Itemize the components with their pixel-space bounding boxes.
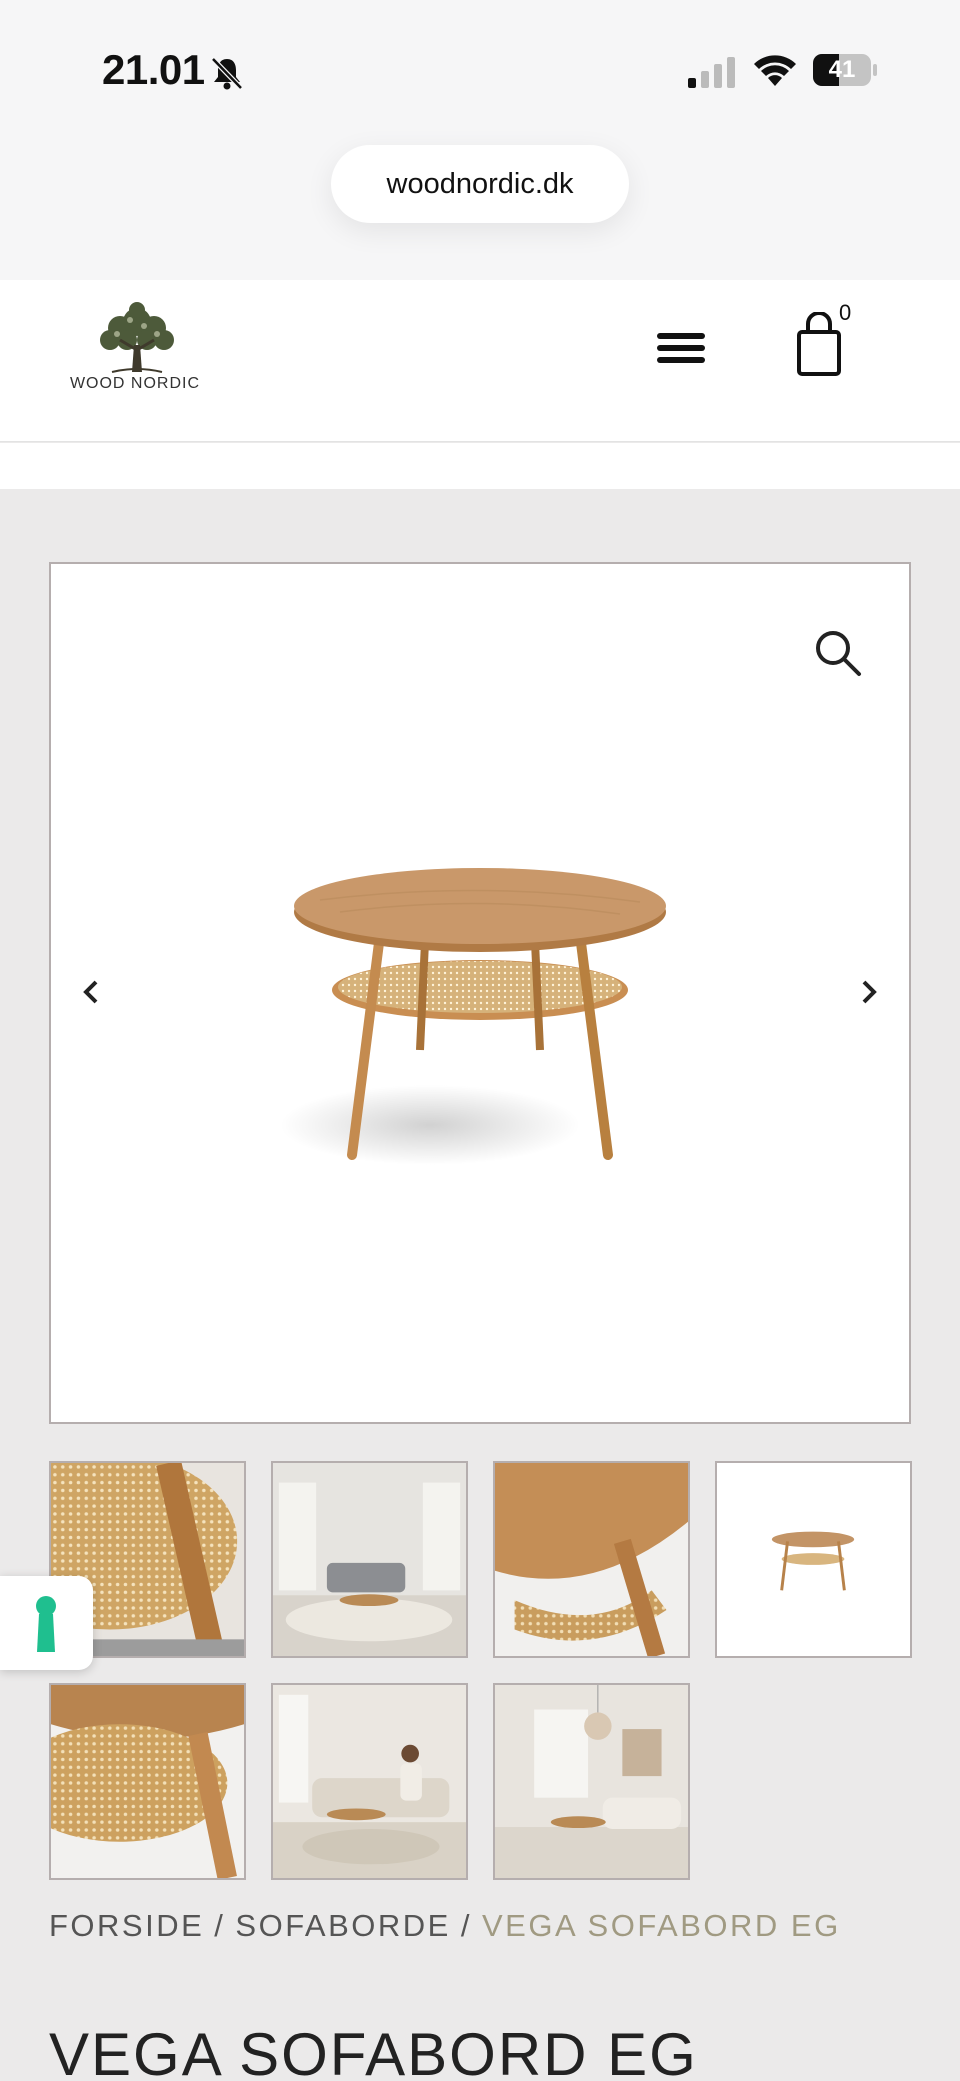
accessibility-icon [36, 1596, 56, 1652]
thumbnail-woman-sitting-living-room[interactable] [271, 1683, 468, 1880]
breadcrumb-category[interactable]: SOFABORDE [235, 1908, 450, 1943]
accessibility-widget-button[interactable] [0, 1576, 93, 1670]
thumbnail-shelf-closeup[interactable] [49, 1683, 246, 1880]
breadcrumb-separator: / [460, 1908, 472, 1943]
bell-off-icon [211, 57, 243, 90]
shopping-bag-icon[interactable] [794, 312, 844, 378]
thumbnail-living-room-pendant-lamp[interactable] [493, 1683, 690, 1880]
wifi-icon [754, 55, 796, 86]
product-title: VEGA SOFABORD EG [49, 2021, 698, 2081]
thumbnail-table-white-background[interactable] [715, 1461, 912, 1658]
breadcrumb-current: VEGA SOFABORD EG [481, 1908, 841, 1943]
coffee-table-image [280, 868, 666, 1165]
breadcrumb-separator: / [214, 1908, 226, 1943]
chevron-left-icon[interactable] [80, 978, 102, 1006]
logo-text: WOOD NORDIC [69, 375, 201, 392]
chevron-right-icon[interactable] [858, 978, 880, 1006]
battery-icon: 41 [812, 53, 878, 87]
breadcrumb: FORSIDE / SOFABORDE / VEGA SOFABORD EG [49, 1908, 841, 1944]
thumbnail-living-room-sofa[interactable] [271, 1461, 468, 1658]
browser-top-area [0, 0, 960, 280]
battery-level: 41 [828, 56, 856, 83]
header-spacer [0, 443, 960, 489]
search-icon[interactable] [813, 628, 863, 678]
breadcrumb-home[interactable]: FORSIDE [49, 1908, 204, 1943]
hamburger-menu-icon[interactable] [655, 328, 707, 368]
thumbnail-tabletop-closeup[interactable] [493, 1461, 690, 1658]
cart-count-badge: 0 [839, 300, 852, 325]
cellular-signal-icon [688, 57, 735, 88]
status-time: 21.01 [102, 46, 205, 93]
url-text: woodnordic.dk [386, 167, 574, 200]
address-bar[interactable]: woodnordic.dk [331, 145, 629, 223]
